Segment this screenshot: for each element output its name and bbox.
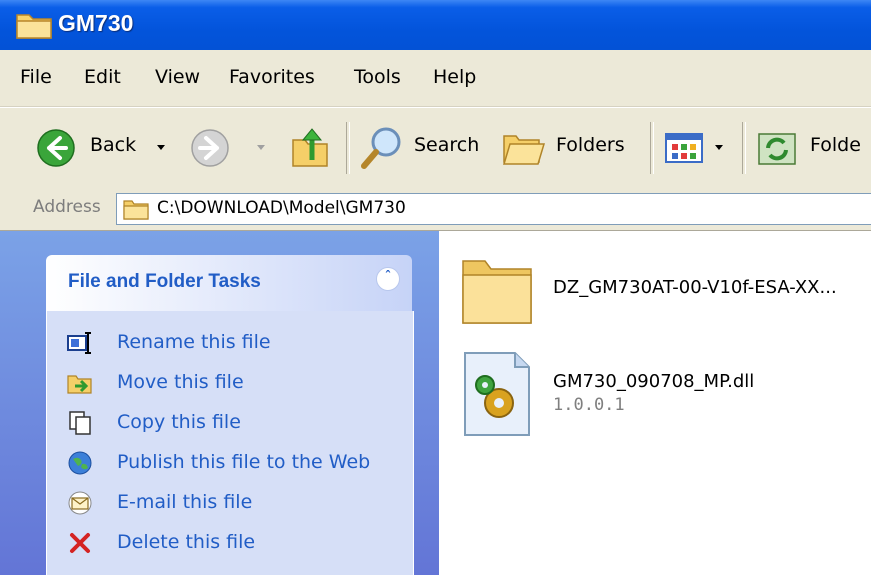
file-name: GM730_090708_MP.dll — [553, 371, 755, 392]
views-dropdown-icon[interactable] — [714, 144, 724, 152]
up-folder-icon — [292, 128, 328, 167]
task-label: E-mail this file — [117, 491, 253, 513]
task-pane: File and Folder Tasks ˆ Rename this file… — [0, 231, 439, 575]
forward-arrow-icon — [191, 129, 229, 167]
menu-favorites[interactable]: Favorites — [229, 66, 315, 88]
tasks-list: Rename this file Move this file Copy thi… — [46, 311, 414, 575]
collapse-chevron-icon[interactable]: ˆ — [376, 267, 400, 291]
views-button[interactable] — [664, 108, 734, 188]
folder-icon — [462, 260, 532, 324]
delete-icon — [70, 533, 90, 553]
task-email[interactable]: E-mail this file — [67, 488, 367, 518]
rename-icon — [67, 332, 91, 354]
file-version: 1.0.0.1 — [553, 395, 625, 415]
menu-file[interactable]: File — [20, 66, 52, 88]
folder-sync-label: Folde — [810, 134, 861, 156]
search-label: Search — [414, 134, 480, 156]
folder-icon — [123, 200, 149, 220]
file-name: DZ_GM730AT-00-V10f-ESA-XX... — [553, 277, 837, 298]
search-button[interactable]: Search — [360, 108, 486, 188]
folder-sync-button[interactable]: Folde — [756, 108, 871, 188]
task-copy[interactable]: Copy this file — [67, 408, 367, 438]
menu-bar: File Edit View Favorites Tools Help — [0, 50, 871, 107]
window-title: GM730 — [58, 10, 134, 36]
toolbar-separator — [346, 122, 350, 174]
publish-web-icon — [68, 451, 92, 475]
forward-button[interactable] — [190, 108, 270, 188]
task-label: Publish this file to the Web — [117, 451, 371, 473]
task-move[interactable]: Move this file — [67, 368, 367, 398]
address-label: Address — [33, 197, 101, 217]
task-rename[interactable]: Rename this file — [67, 328, 367, 358]
task-publish-web[interactable]: Publish this file to the Web — [67, 448, 397, 478]
folders-icon — [502, 135, 546, 165]
email-icon — [68, 491, 92, 515]
views-icon — [665, 133, 703, 163]
address-input[interactable]: C:\DOWNLOAD\Model\GM730 — [116, 193, 871, 225]
file-folder-tasks-header[interactable]: File and Folder Tasks ˆ — [46, 255, 412, 311]
title-bar: GM730 — [0, 0, 871, 50]
up-folder-button[interactable] — [290, 108, 334, 188]
menu-help[interactable]: Help — [433, 66, 476, 88]
move-icon — [67, 375, 92, 394]
back-button[interactable]: Back — [36, 108, 176, 188]
menu-edit[interactable]: Edit — [84, 66, 121, 88]
folders-button[interactable]: Folders — [500, 108, 640, 188]
file-item-folder[interactable]: DZ_GM730AT-00-V10f-ESA-XX... — [459, 251, 871, 331]
search-icon — [361, 127, 401, 169]
address-value: C:\DOWNLOAD\Model\GM730 — [157, 198, 406, 218]
dropdown-arrow-icon[interactable] — [156, 144, 166, 152]
copy-icon — [69, 411, 91, 435]
folders-label: Folders — [556, 134, 625, 156]
toolbar-separator — [742, 122, 746, 174]
tasks-title: File and Folder Tasks — [68, 271, 261, 292]
address-bar: Address C:\DOWNLOAD\Model\GM730 — [0, 188, 871, 231]
back-label: Back — [90, 134, 137, 156]
folder-sync-icon — [758, 133, 796, 165]
task-label: Rename this file — [117, 331, 271, 353]
task-label: Move this file — [117, 371, 244, 393]
task-label: Delete this file — [117, 531, 256, 553]
task-delete[interactable]: Delete this file — [67, 528, 367, 558]
folder-icon — [16, 14, 52, 39]
toolbar-separator — [650, 122, 654, 174]
back-arrow-icon — [37, 129, 75, 167]
menu-tools[interactable]: Tools — [354, 66, 401, 88]
file-list: DZ_GM730AT-00-V10f-ESA-XX... GM730_09070… — [439, 231, 871, 575]
dll-file-icon — [464, 352, 530, 436]
toolbar: Back Search Folders Folde — [0, 107, 871, 189]
forward-dropdown-icon[interactable] — [256, 144, 266, 152]
menu-view[interactable]: View — [155, 66, 200, 88]
file-item-dll[interactable]: GM730_090708_MP.dll 1.0.0.1 — [459, 351, 871, 441]
task-label: Copy this file — [117, 411, 241, 433]
